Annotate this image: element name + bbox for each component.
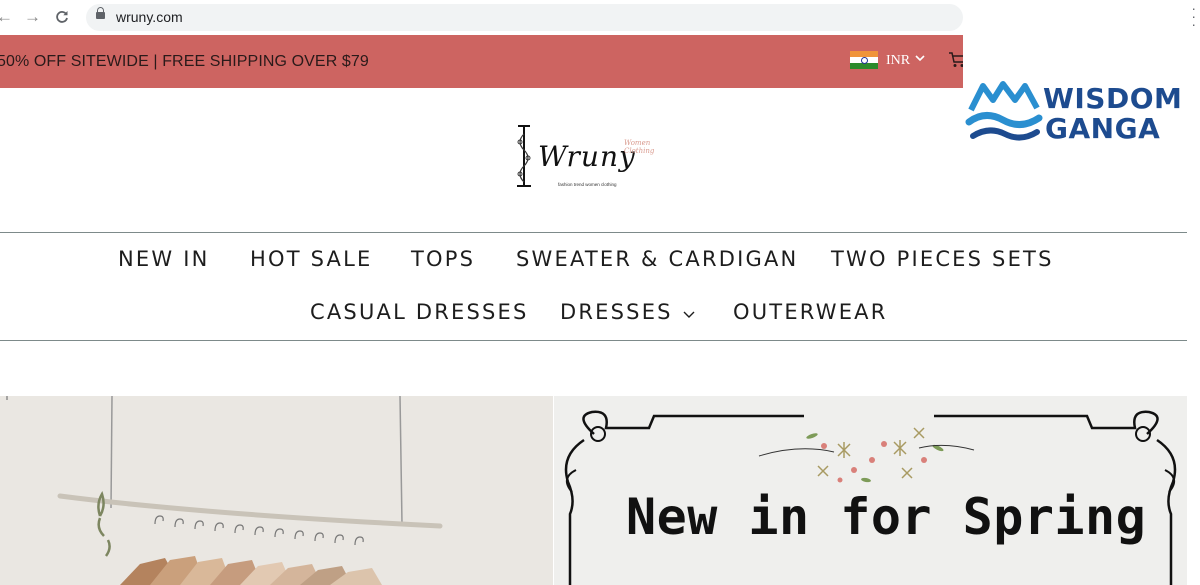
- announcement-bar: 50% OFF SITEWIDE | FREE SHIPPING OVER $7…: [0, 35, 963, 88]
- wisdom-ganga-logo: WISDOM GANGA: [965, 78, 1200, 153]
- chevron-down-icon: [683, 307, 695, 323]
- nav-item-tops[interactable]: TOPS: [411, 247, 475, 271]
- forward-arrow-icon[interactable]: →: [24, 8, 41, 26]
- site-logo[interactable]: Wruny Women Clothing fashion trend women…: [514, 124, 674, 196]
- cart-icon[interactable]: [948, 51, 963, 69]
- url-text[interactable]: wruny.com: [116, 9, 183, 25]
- browser-menu-icon[interactable]: · · ·: [1191, 1, 1196, 31]
- nav-item-dresses-label: DRESSES: [560, 300, 673, 324]
- nav-divider-bottom: [0, 340, 1187, 341]
- nav-item-outerwear[interactable]: OUTERWEAR: [733, 300, 888, 324]
- nav-divider-top: [0, 232, 1187, 233]
- logo-subtext: fashion trend women clothing: [558, 182, 617, 187]
- logo-tagline: Women Clothing: [624, 139, 655, 155]
- hero-banner-spring[interactable]: New in for Spring: [554, 396, 1187, 585]
- nav-item-casual-dresses[interactable]: CASUAL DRESSES: [310, 300, 529, 324]
- clothes-rack-image: [0, 396, 553, 585]
- nav-item-new-in[interactable]: NEW IN: [118, 247, 210, 271]
- india-flag-icon[interactable]: [850, 51, 878, 69]
- back-arrow-icon[interactable]: ←: [0, 8, 13, 26]
- watermark-line2: GANGA: [1045, 112, 1161, 145]
- lock-icon: [96, 7, 105, 19]
- chevron-down-icon[interactable]: [915, 51, 925, 65]
- reload-icon[interactable]: [55, 8, 69, 28]
- address-bar[interactable]: wruny.com: [86, 4, 963, 31]
- logo-frame-icon: [517, 125, 531, 187]
- scrollbar-area: [1187, 35, 1200, 585]
- currency-selector[interactable]: INR: [886, 53, 910, 69]
- nav-item-sweater-cardigan[interactable]: SWEATER & CARDIGAN: [516, 247, 798, 271]
- spring-headline: New in for Spring: [626, 488, 1147, 546]
- logo-wordmark: Wruny: [538, 140, 636, 173]
- nav-item-two-pieces-sets[interactable]: TWO PIECES SETS: [831, 247, 1054, 271]
- promo-text: 50% OFF SITEWIDE | FREE SHIPPING OVER $7…: [0, 53, 369, 70]
- wave-logo-icon: [965, 81, 1043, 141]
- nav-item-dresses[interactable]: DRESSES: [560, 300, 695, 324]
- watermark-line1: WISDOM: [1043, 82, 1183, 115]
- hero-banner-clothes-rack[interactable]: [0, 396, 553, 585]
- browser-toolbar: ← → wruny.com · · ·: [0, 0, 1200, 35]
- nav-item-hot-sale[interactable]: HOT SALE: [250, 247, 372, 271]
